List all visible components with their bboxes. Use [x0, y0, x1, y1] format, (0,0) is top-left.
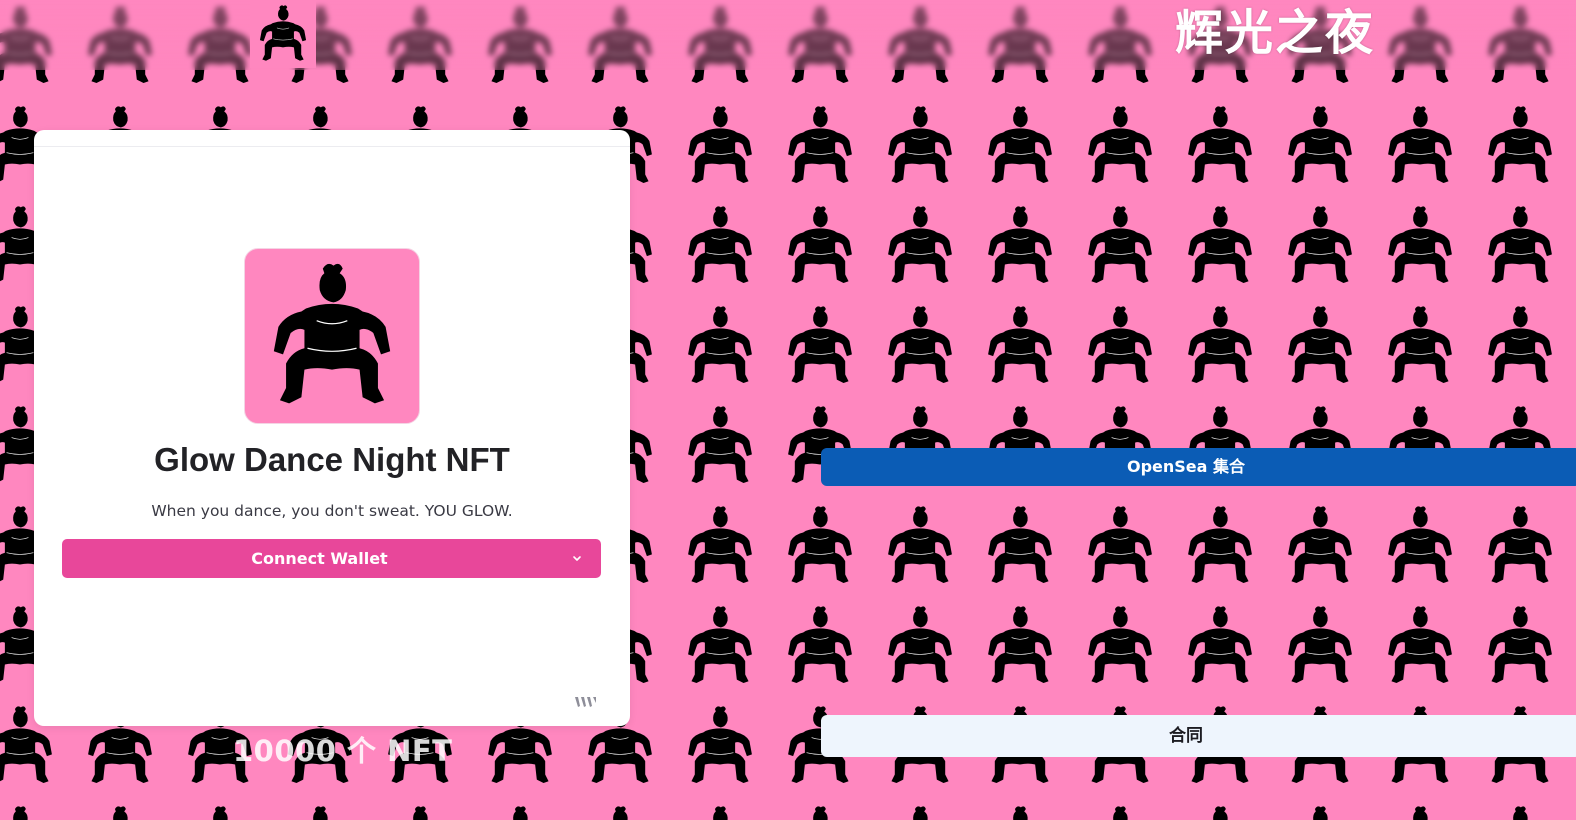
connect-wallet-button[interactable]: Connect Wallet — [62, 539, 601, 578]
mint-card: Glow Dance Night NFT When you dance, you… — [34, 130, 630, 726]
dancer-silhouette-icon — [273, 263, 391, 404]
contract-button[interactable]: 合同 — [821, 715, 1576, 757]
opensea-collection-button[interactable]: OpenSea 集合 — [821, 448, 1576, 486]
site-title: 辉光之夜 — [1174, 5, 1375, 61]
page-root: 辉光之夜 Glow Dance Night NFT When you dance… — [0, 0, 1576, 820]
card-divider — [34, 146, 630, 147]
collection-description: When you dance, you don't sweat. YOU GLO… — [151, 502, 513, 520]
dancer-silhouette-icon — [259, 5, 307, 61]
connect-wallet-label: Connect Wallet — [251, 549, 388, 568]
contract-label: 合同 — [1169, 726, 1203, 746]
nft-count: 10000 个 NFT — [233, 734, 453, 768]
thirdweb-logo-icon[interactable] — [574, 694, 598, 710]
collection-name: Glow Dance Night NFT — [154, 441, 510, 478]
opensea-label: OpenSea 集合 — [1126, 457, 1246, 476]
site-logo[interactable] — [250, 0, 316, 68]
chevron-down-icon — [573, 556, 581, 561]
collection-image — [244, 248, 420, 424]
